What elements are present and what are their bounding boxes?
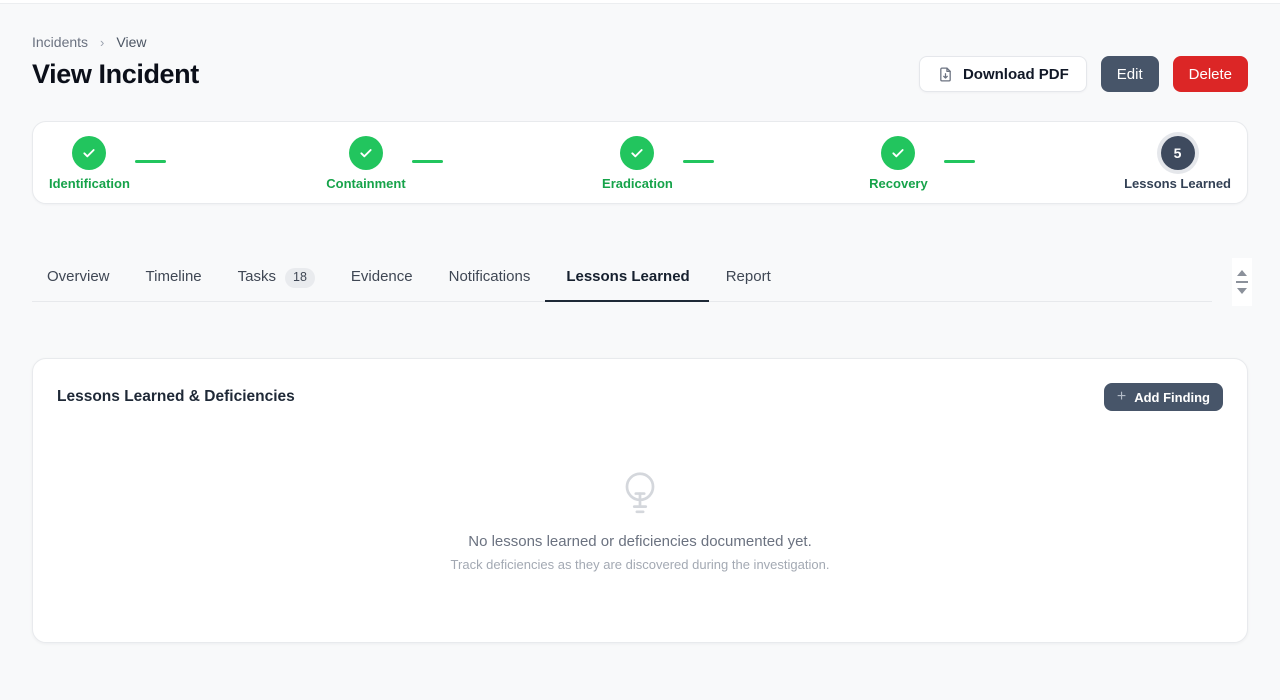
- tab-label: Lessons Learned: [566, 268, 689, 285]
- tab-label: Evidence: [351, 268, 413, 285]
- check-icon: [358, 145, 374, 161]
- step-label: Identification: [49, 176, 130, 191]
- add-finding-button[interactable]: + Add Finding: [1104, 383, 1223, 411]
- step-label: Containment: [326, 176, 405, 191]
- scroll-up-icon[interactable]: [1237, 270, 1247, 276]
- check-icon: [629, 145, 645, 161]
- step-containment: Containment: [326, 136, 405, 191]
- tab-report[interactable]: Report: [711, 268, 786, 301]
- step-complete-circle: [620, 136, 654, 170]
- step-complete-circle: [349, 136, 383, 170]
- tabs-scroll-control[interactable]: [1232, 258, 1252, 306]
- step-eradication: Eradication: [602, 136, 673, 191]
- breadcrumb-current: View: [116, 34, 146, 50]
- step-connector: [135, 160, 166, 163]
- step-connector: [412, 160, 443, 163]
- delete-button[interactable]: Delete: [1173, 56, 1248, 92]
- tabs-row: Overview Timeline Tasks 18 Evidence Noti…: [32, 268, 1212, 302]
- empty-state: No lessons learned or deficiencies docum…: [57, 411, 1223, 642]
- tab-label: Report: [726, 268, 771, 285]
- step-identification: Identification: [49, 136, 130, 191]
- step-label: Eradication: [602, 176, 673, 191]
- breadcrumb-chevron-icon: ›: [100, 35, 104, 50]
- incident-view-page: Incidents › View View Incident Download …: [0, 34, 1280, 643]
- download-pdf-label: Download PDF: [963, 66, 1069, 83]
- tab-timeline[interactable]: Timeline: [131, 268, 217, 301]
- step-label: Lessons Learned: [1124, 176, 1231, 191]
- step-complete-circle: [881, 136, 915, 170]
- lessons-learned-card: Lessons Learned & Deficiencies + Add Fin…: [32, 358, 1248, 643]
- check-icon: [81, 145, 97, 161]
- empty-state-title: No lessons learned or deficiencies docum…: [468, 533, 812, 550]
- scroll-down-icon[interactable]: [1237, 288, 1247, 294]
- add-finding-label: Add Finding: [1134, 390, 1210, 405]
- page-header: View Incident Download PDF Edit Delete: [32, 56, 1248, 92]
- card-title: Lessons Learned & Deficiencies: [57, 388, 295, 406]
- tab-label: Overview: [47, 268, 110, 285]
- tab-tasks[interactable]: Tasks 18: [223, 268, 330, 301]
- empty-state-subtitle: Track deficiencies as they are discovere…: [451, 557, 830, 572]
- edit-button[interactable]: Edit: [1101, 56, 1159, 92]
- tab-label: Notifications: [449, 268, 531, 285]
- step-connector: [944, 160, 975, 163]
- download-pdf-button[interactable]: Download PDF: [919, 56, 1087, 92]
- breadcrumb-incidents-link[interactable]: Incidents: [32, 34, 88, 50]
- tab-evidence[interactable]: Evidence: [336, 268, 428, 301]
- page-title: View Incident: [32, 59, 199, 90]
- scroll-thumb[interactable]: [1236, 281, 1248, 283]
- lightbulb-icon: [615, 467, 665, 517]
- check-icon: [890, 145, 906, 161]
- top-divider: [0, 0, 1280, 4]
- step-complete-circle: [72, 136, 106, 170]
- tab-label: Timeline: [146, 268, 202, 285]
- plus-icon: +: [1117, 389, 1126, 405]
- tab-lessons-learned[interactable]: Lessons Learned: [551, 268, 704, 301]
- tab-overview[interactable]: Overview: [32, 268, 125, 301]
- phase-stepper: Identification Containment Eradication: [32, 121, 1248, 204]
- card-header: Lessons Learned & Deficiencies + Add Fin…: [57, 383, 1223, 411]
- breadcrumb: Incidents › View: [32, 34, 1248, 50]
- tab-notifications[interactable]: Notifications: [434, 268, 546, 301]
- step-connector: [683, 160, 714, 163]
- step-recovery: Recovery: [869, 136, 928, 191]
- step-label: Recovery: [869, 176, 928, 191]
- header-actions: Download PDF Edit Delete: [919, 56, 1248, 92]
- tabs-section: Overview Timeline Tasks 18 Evidence Noti…: [32, 268, 1248, 302]
- step-lessons-learned: 5 Lessons Learned: [1124, 136, 1231, 191]
- step-current-count-circle: 5: [1161, 136, 1195, 170]
- tasks-count-badge: 18: [285, 268, 315, 288]
- tab-label: Tasks: [238, 268, 276, 285]
- file-download-icon: [937, 66, 954, 83]
